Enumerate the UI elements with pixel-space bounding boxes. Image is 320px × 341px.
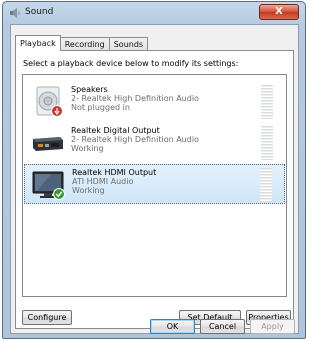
- monitor-icon: [32, 171, 65, 200]
- device-description: 2- Realtek High Definition Audio: [71, 135, 199, 144]
- ok-button[interactable]: OK: [150, 319, 195, 334]
- device-description: ATI HDMI Audio: [72, 177, 134, 186]
- apply-button[interactable]: Apply: [250, 319, 295, 334]
- digital-output-icon: [33, 137, 63, 151]
- device-realtek-hdmi-output[interactable]: Realtek HDMI Output ATI HDMI Audio Worki…: [24, 164, 285, 204]
- playback-panel: Select a playback device below to modify…: [15, 50, 294, 329]
- device-name: Realtek HDMI Output: [72, 168, 157, 177]
- tab-playback[interactable]: Playback: [15, 35, 61, 51]
- device-status: Working: [72, 186, 105, 195]
- device-name: Speakers: [71, 85, 108, 94]
- sound-dialog: Sound X Playback Recording Sounds Select…: [2, 1, 306, 339]
- close-button[interactable]: X: [259, 4, 299, 20]
- tab-sounds[interactable]: Sounds: [108, 37, 149, 51]
- volume-meter: [261, 126, 273, 160]
- window-title: Sound: [25, 7, 54, 17]
- tab-recording[interactable]: Recording: [59, 37, 110, 51]
- unplugged-badge-icon: [51, 105, 63, 117]
- device-speakers[interactable]: Speakers 2- Realtek High Definition Audi…: [24, 82, 285, 122]
- volume-meter: [261, 85, 273, 119]
- volume-meter: [260, 168, 272, 202]
- configure-button[interactable]: Configure: [22, 310, 72, 325]
- device-realtek-digital-output[interactable]: Realtek Digital Output 2- Realtek High D…: [24, 123, 285, 163]
- cancel-button[interactable]: Cancel: [200, 319, 245, 334]
- instruction-text: Select a playback device below to modify…: [23, 59, 239, 68]
- default-check-badge-icon: [53, 188, 65, 200]
- device-status: Working: [71, 144, 104, 153]
- device-description: 2- Realtek High Definition Audio: [71, 94, 199, 103]
- device-name: Realtek Digital Output: [71, 126, 160, 135]
- tab-strip: Playback Recording Sounds: [15, 35, 149, 51]
- playback-device-list[interactable]: Speakers 2- Realtek High Definition Audi…: [22, 74, 287, 297]
- speaker-icon: [36, 86, 63, 117]
- device-status: Not plugged in: [71, 103, 130, 112]
- sound-speaker-icon: [10, 8, 20, 18]
- title-bar[interactable]: Sound X: [3, 2, 305, 24]
- dialog-client-area: Playback Recording Sounds Select a playb…: [10, 24, 299, 334]
